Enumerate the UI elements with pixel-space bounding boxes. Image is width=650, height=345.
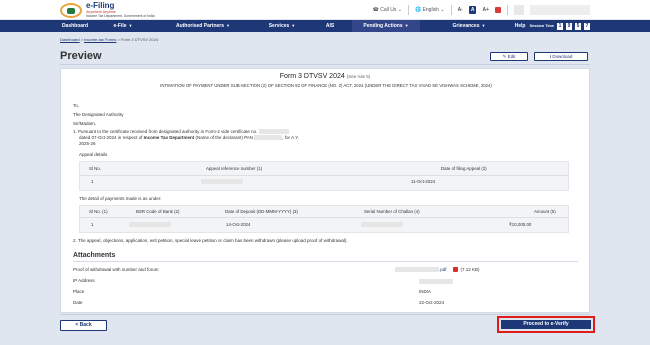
chevron-down-icon: ▼ <box>226 23 231 28</box>
appeal-row-date: 11-Oct-2024 <box>411 179 436 184</box>
timer-digit: 5 <box>575 22 581 30</box>
ip-label: IP Address <box>73 278 95 283</box>
divider <box>407 5 409 15</box>
masked-challan-number <box>361 222 403 227</box>
nav-authorised-partners[interactable]: Authorised Partners ▼ <box>168 20 238 32</box>
masked-pan <box>254 135 283 141</box>
timer-digit: 7 <box>584 22 590 30</box>
header-utilities: ☎ Call Us ⌄ 🌐 English ⌄ A- A A+ <box>373 5 590 15</box>
masked-ip-address <box>419 279 453 284</box>
divider <box>60 314 590 315</box>
authority-text: The Designated Authority <box>73 112 124 117</box>
logo-dept: Income Tax Department, Government of Ind… <box>86 13 155 18</box>
masked-bsr-code <box>129 222 171 227</box>
salutation-text: Sir/Madam, <box>73 121 97 126</box>
appeal-header-date: Date of filing Appeal (2) <box>441 166 487 171</box>
payment-intro: The detail of payments made is as under: <box>79 196 162 201</box>
payment-header-amount: Amount (5) <box>534 209 556 214</box>
breadcrumb-current: Form 3 DTVSV 2024 <box>120 37 159 42</box>
nav-efile[interactable]: e-File ▼ <box>108 20 138 32</box>
user-avatar[interactable] <box>514 5 524 15</box>
emblem-icon <box>60 2 82 18</box>
font-decrease-button[interactable]: A- <box>458 7 463 13</box>
back-button[interactable]: < Back <box>60 320 107 331</box>
payment-row-sl: 1 <box>91 222 94 227</box>
breadcrumb-dashboard[interactable]: Dashboard <box>60 37 80 42</box>
timer-digit: 9 <box>566 22 572 30</box>
place-label: Place <box>73 289 85 294</box>
payment-header-date: Date of Deposit (DD-MMM-YYYY) (3) <box>225 209 298 214</box>
page-title: Preview <box>60 50 102 62</box>
divider <box>507 5 508 15</box>
pencil-icon: ✎ <box>502 54 507 59</box>
masked-file-name <box>395 267 439 273</box>
efiling-logo[interactable]: e-Filing Anywhere Anytime Income Tax Dep… <box>60 1 155 18</box>
place-value: INDIA <box>419 289 432 294</box>
nav-grievances[interactable]: Grievances ▼ <box>444 20 494 32</box>
proceed-to-everify-button[interactable]: Proceed to e-Verify <box>501 320 591 329</box>
attachments-title: Attachments <box>73 252 116 259</box>
divider <box>73 261 578 262</box>
timer-digit: 1 <box>557 22 563 30</box>
nav-services[interactable]: Services ▼ <box>262 20 302 32</box>
session-timer: Session Time 1 9 5 7 <box>529 22 590 30</box>
form-preview-card: Form 3 DTVSV 2024 (See rule 5) INTIMATIO… <box>60 68 590 313</box>
to-text: To, <box>73 103 80 108</box>
form-subtitle: INTIMATION OF PAYMENT UNDER SUB-SECTION … <box>160 83 492 88</box>
font-normal-button[interactable]: A <box>468 6 477 14</box>
call-us-link[interactable]: ☎ Call Us ⌄ <box>373 7 402 13</box>
proceed-highlight: Proceed to e-Verify <box>497 316 595 333</box>
payment-header-challan: Serial Number of Challan (4) <box>364 209 420 214</box>
font-increase-button[interactable]: A+ <box>482 7 489 13</box>
chevron-down-icon: ⌄ <box>397 7 402 13</box>
appeal-details-label: Appeal details <box>79 152 108 157</box>
pdf-file-link[interactable]: .pdf <box>439 267 447 272</box>
chevron-down-icon: ⌄ <box>440 7 445 13</box>
masked-certificate-no <box>258 129 289 135</box>
file-size: (7.12 KB) <box>460 267 480 272</box>
nav-help[interactable]: Help <box>510 20 530 32</box>
appeal-header-ref: Appeal reference number (1) <box>206 166 263 171</box>
pdf-icon[interactable] <box>452 267 458 273</box>
payment-row-date: 14-Oct-2024 <box>226 222 251 227</box>
appeal-header-sl: Sl No. <box>89 166 101 171</box>
nav-dashboard[interactable]: Dashboard <box>60 20 90 32</box>
appeal-row-sl: 1 <box>91 179 94 184</box>
main-nav: Dashboard e-File ▼ Authorised Partners ▼ S… <box>0 20 650 32</box>
proof-file: .pdf (7.12 KB) <box>395 267 480 273</box>
chevron-down-icon: ▼ <box>128 23 133 28</box>
top-header: e-Filing Anywhere Anytime Income Tax Dep… <box>0 0 650 20</box>
nav-ais[interactable]: AIS <box>320 20 340 32</box>
payment-row-amount: ₹10,000.00 <box>509 222 532 227</box>
chevron-down-icon: ▼ <box>291 23 296 28</box>
masked-appeal-reference <box>201 179 243 184</box>
appeal-table <box>79 161 569 191</box>
divider <box>79 175 569 176</box>
form-title: Form 3 DTVSV 2024 (See rule 5) <box>279 73 371 80</box>
form-rule: (See rule 5) <box>346 74 371 79</box>
edit-button[interactable]: ✎ Edit <box>490 52 528 61</box>
breadcrumb-income-tax-forms[interactable]: Income-tax Forms <box>84 37 116 42</box>
download-button[interactable]: ⭳ Download <box>534 52 588 61</box>
download-icon: ⭳ <box>549 54 552 59</box>
divider <box>60 64 590 65</box>
divider <box>450 5 452 15</box>
payment-header-sl: Sl No. (1) <box>89 209 108 214</box>
payment-header-bsr: BSR Code of Bank (2) <box>136 209 180 214</box>
point-1: 1. Pursuant to the certificate received … <box>73 129 299 147</box>
chevron-down-icon: ▼ <box>481 23 486 28</box>
proof-label: Proof of withdrawal with number and foru… <box>73 267 159 272</box>
language-select[interactable]: 🌐 English ⌄ <box>415 7 445 13</box>
divider <box>79 217 569 218</box>
date-value: 22-Oct-2024 <box>419 300 445 305</box>
nav-pending-actions[interactable]: Pending Actions ▼ <box>352 20 420 32</box>
breadcrumb: Dashboard > Income-tax Forms > Form 3 DT… <box>60 37 159 42</box>
user-name-masked[interactable] <box>530 5 590 15</box>
point-2: 2. The appeal, objections, application, … <box>73 238 348 243</box>
date-label: Date <box>73 300 83 305</box>
chevron-down-icon: ▼ <box>404 23 409 28</box>
contrast-icon[interactable] <box>495 7 501 13</box>
